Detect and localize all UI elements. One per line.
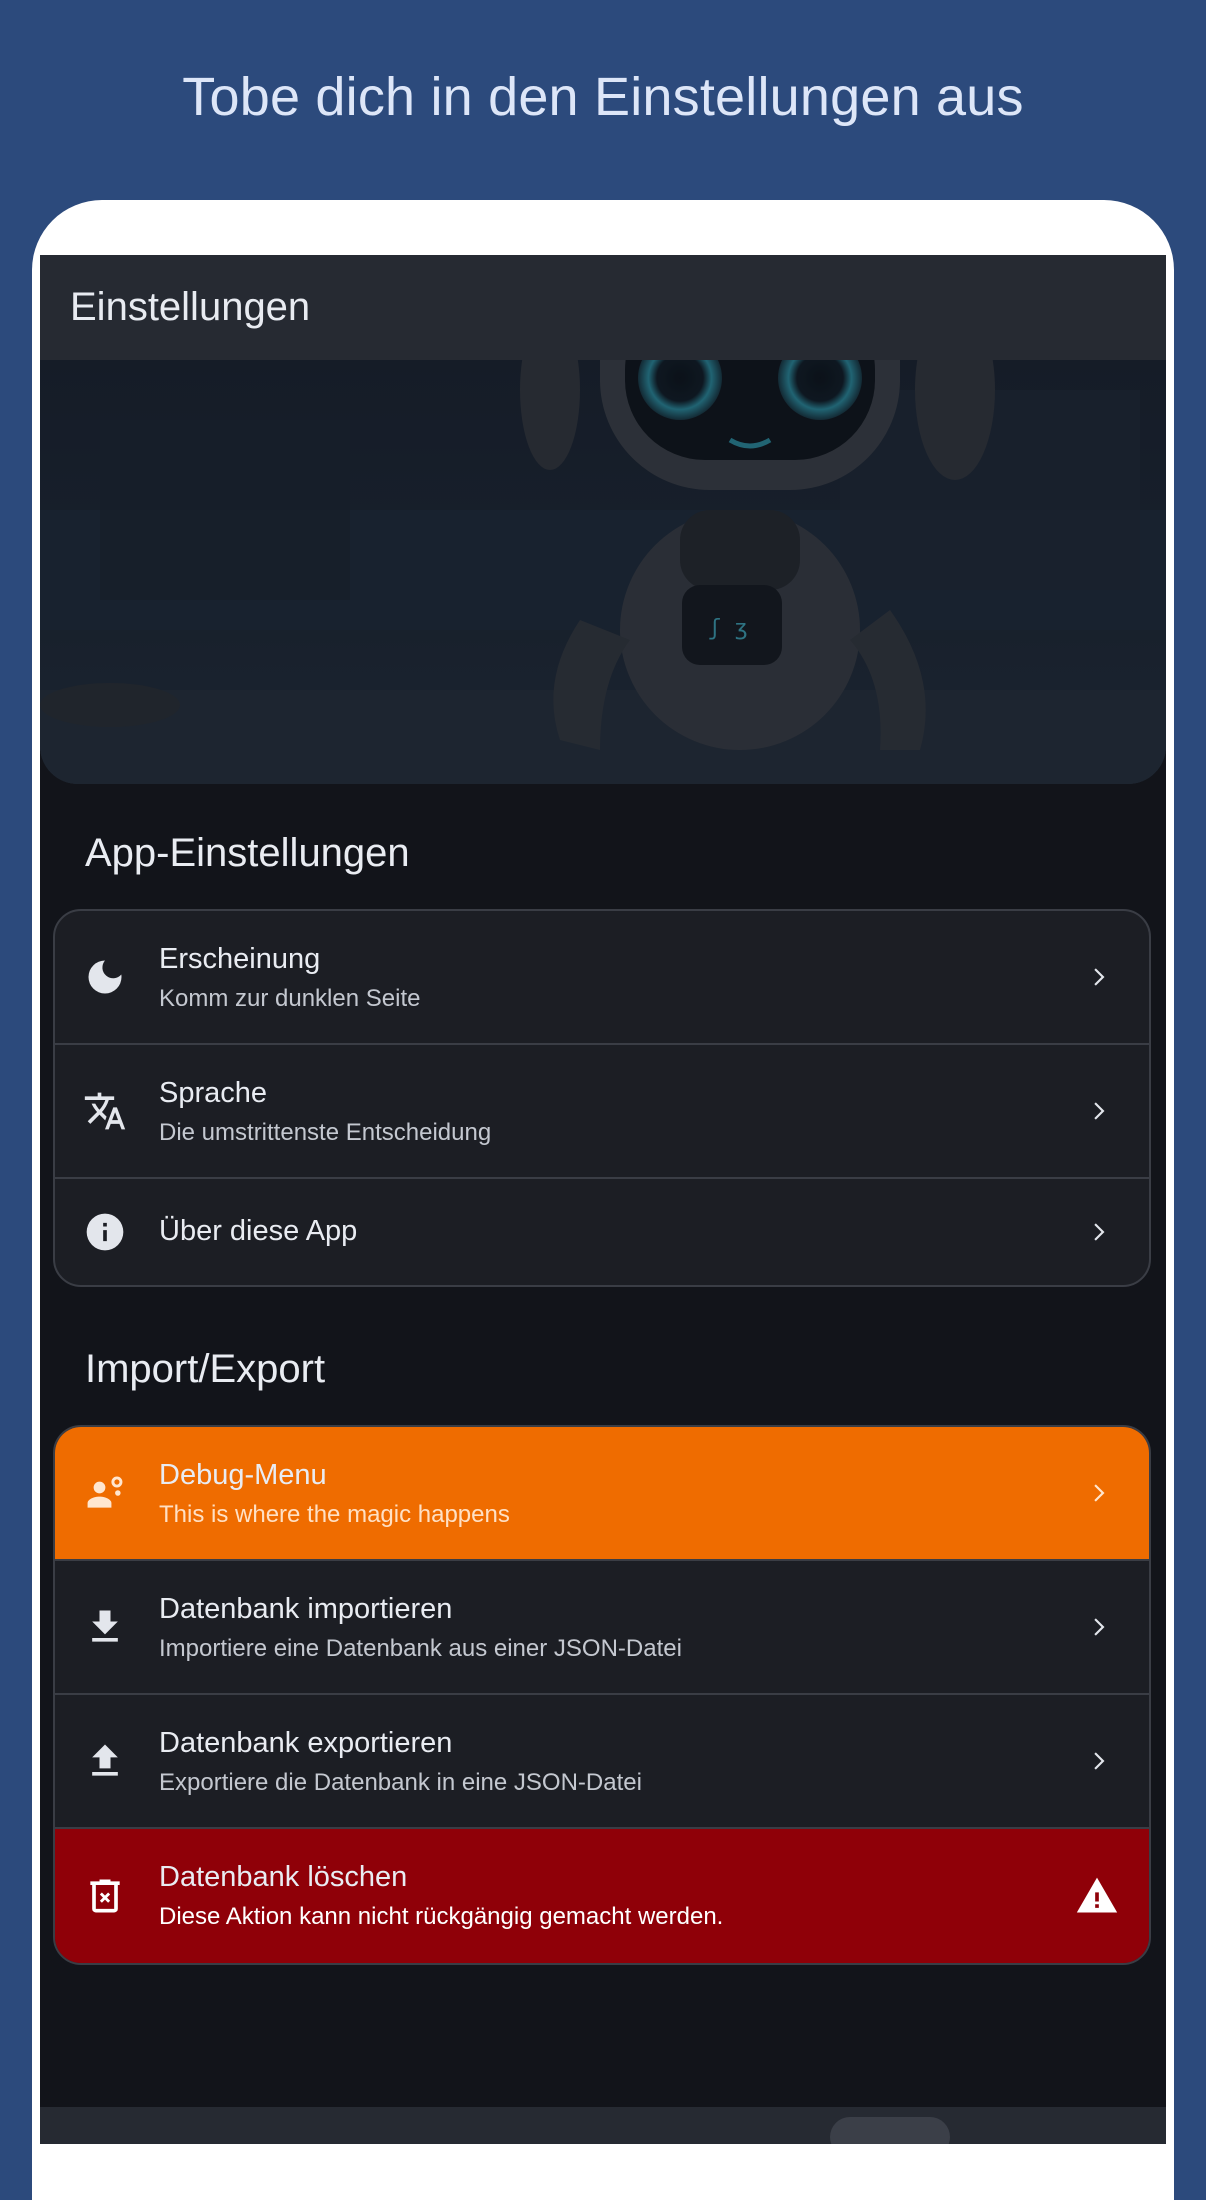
- info-icon: [86, 1213, 124, 1251]
- chevron-right-icon: [1094, 1752, 1105, 1770]
- app-bar-title: Einstellungen: [70, 285, 311, 329]
- settings-item-title: Erscheinung: [159, 943, 321, 975]
- import-export-card: Debug-Menu This is where the magic happe…: [53, 1425, 1151, 1965]
- upload-icon: [92, 1744, 118, 1776]
- download-icon: [92, 1610, 118, 1642]
- moon-icon: [88, 960, 122, 994]
- settings-item-title: Sprache: [159, 1077, 268, 1109]
- chevron-right-icon: [1094, 968, 1105, 986]
- settings-item-subtitle: Diese Aktion kann nicht rückgängig gemac…: [159, 1903, 724, 1930]
- settings-item-subtitle: Komm zur dunklen Seite: [159, 985, 421, 1012]
- settings-item-language[interactable]: Sprache Die umstrittenste Entscheidung: [55, 1045, 1149, 1179]
- app-settings-card: Erscheinung Komm zur dunklen Seite Sprac…: [53, 909, 1151, 1287]
- settings-item-import-db[interactable]: Datenbank importieren Importiere eine Da…: [55, 1561, 1149, 1695]
- nav-indicator[interactable]: [830, 2117, 950, 2144]
- chevron-right-icon: [1094, 1618, 1105, 1636]
- settings-item-debug-menu[interactable]: Debug-Menu This is where the magic happe…: [55, 1427, 1149, 1561]
- settings-item-delete-db[interactable]: Datenbank löschen Diese Aktion kann nich…: [55, 1829, 1149, 1963]
- section-title-app-settings: App-Einstellungen: [85, 831, 410, 875]
- warning-icon: [1076, 1877, 1118, 1913]
- settings-item-title: Debug-Menu: [159, 1459, 327, 1491]
- engineer-icon: [87, 1476, 123, 1508]
- chevron-right-icon: [1094, 1223, 1105, 1241]
- settings-item-subtitle: Importiere eine Datenbank aus einer JSON…: [159, 1635, 682, 1662]
- settings-item-title: Über diese App: [159, 1215, 358, 1247]
- settings-item-appearance[interactable]: Erscheinung Komm zur dunklen Seite: [55, 911, 1149, 1045]
- bottom-navigation-bar: [40, 2107, 1166, 2144]
- settings-item-subtitle: Die umstrittenste Entscheidung: [159, 1119, 492, 1146]
- translate-icon: [84, 1092, 126, 1130]
- settings-item-title: Datenbank importieren: [159, 1593, 453, 1625]
- app-screen: Einstellungen ʃ ʒ App-Einstellungen Ersc…: [40, 255, 1166, 2144]
- hero-robot-image: ʃ ʒ: [40, 360, 1166, 784]
- app-bar: Einstellungen: [40, 255, 1166, 360]
- chevron-right-icon: [1094, 1484, 1105, 1502]
- settings-item-export-db[interactable]: Datenbank exportieren Exportiere die Dat…: [55, 1695, 1149, 1829]
- robot-illustration: ʃ ʒ: [40, 360, 1166, 784]
- settings-item-title: Datenbank löschen: [159, 1861, 408, 1893]
- section-title-import-export: Import/Export: [85, 1347, 326, 1391]
- delete-icon: [90, 1879, 120, 1913]
- page-headline: Tobe dich in den Einstellungen aus: [182, 67, 1024, 127]
- chevron-right-icon: [1094, 1102, 1105, 1120]
- settings-item-subtitle: Exportiere die Datenbank in eine JSON-Da…: [159, 1769, 642, 1796]
- settings-item-title: Datenbank exportieren: [159, 1727, 453, 1759]
- settings-item-subtitle: This is where the magic happens: [159, 1501, 510, 1528]
- settings-item-about[interactable]: Über diese App: [55, 1179, 1149, 1285]
